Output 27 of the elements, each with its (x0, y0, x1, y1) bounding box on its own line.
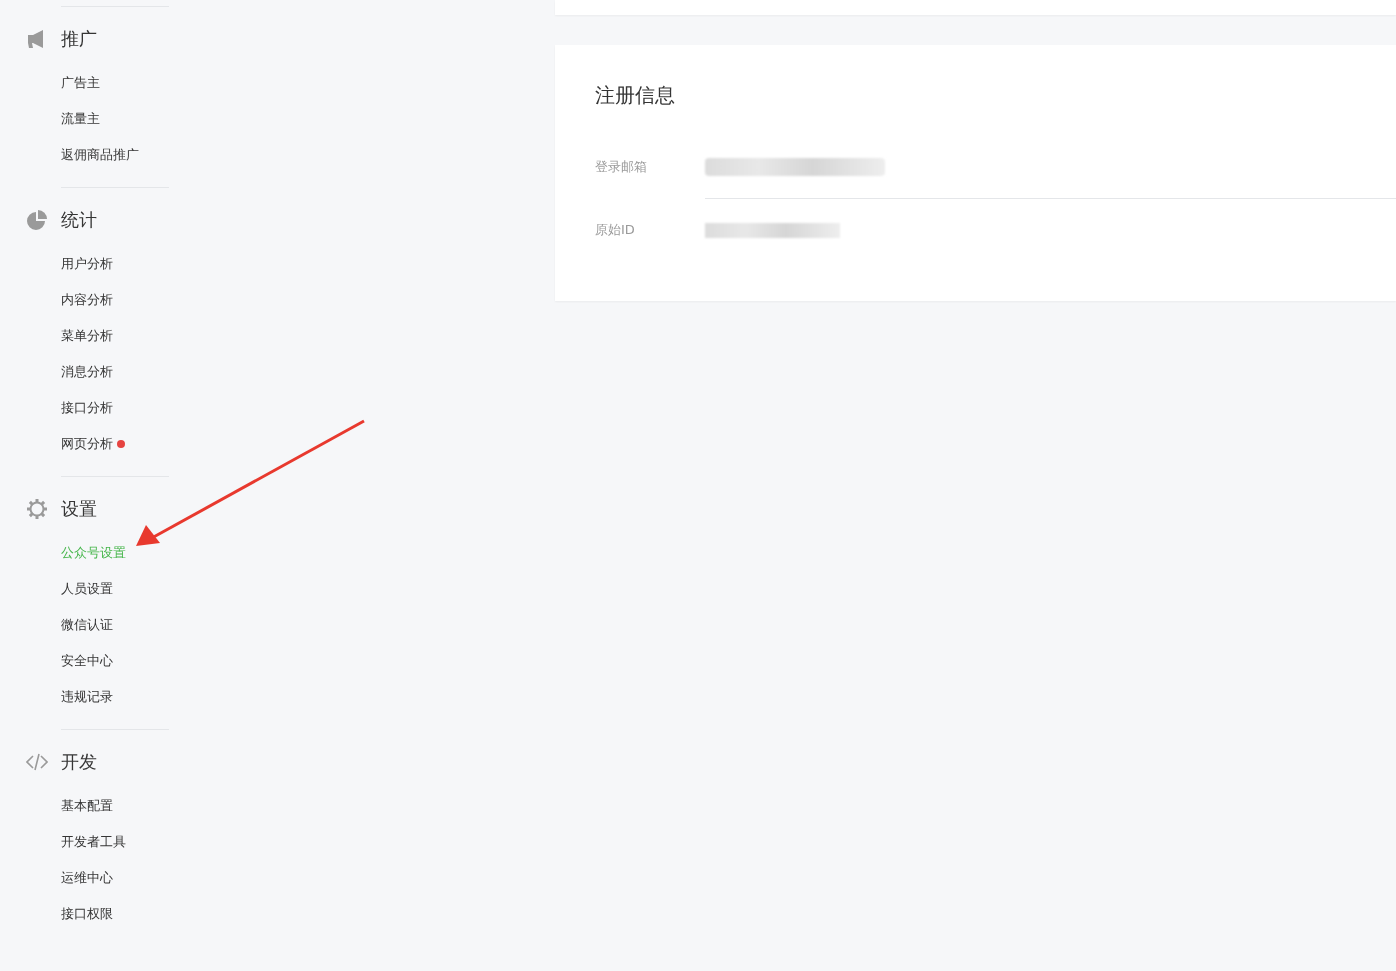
sidebar-item[interactable]: 内容分析 (61, 291, 113, 309)
sidebar-item[interactable]: 消息分析 (61, 363, 113, 381)
pie-chart-icon (26, 209, 48, 231)
sidebar-item[interactable]: 违规记录 (61, 688, 113, 706)
sidebar-item[interactable]: 网页分析 (61, 435, 113, 453)
section-title: 统计 (61, 208, 97, 232)
code-icon (26, 751, 48, 773)
sidebar-item[interactable]: 菜单分析 (61, 327, 113, 345)
settings-icon (26, 498, 48, 520)
sidebar-item[interactable]: 开发者工具 (61, 833, 126, 851)
field-label: 登录邮箱 (595, 157, 648, 176)
section-title: 设置 (61, 497, 97, 521)
sidebar-item[interactable]: 接口分析 (61, 399, 113, 417)
section-title: 推广 (61, 27, 97, 51)
sidebar-item[interactable]: 返佣商品推广 (61, 146, 139, 164)
field-label: 原始ID (595, 220, 636, 239)
section-title: 开发 (61, 750, 97, 774)
sidebar-item[interactable]: 用户分析 (61, 255, 113, 273)
sidebar-item[interactable]: 广告主 (61, 74, 100, 92)
card-title: 注册信息 (595, 82, 676, 109)
sidebar-item[interactable]: 人员设置 (61, 580, 113, 598)
sidebar-item[interactable]: 安全中心 (61, 652, 113, 670)
sidebar-item[interactable]: 基本配置 (61, 797, 113, 815)
sidebar-item[interactable]: 运维中心 (61, 869, 113, 887)
sidebar-item[interactable]: 接口权限 (61, 905, 113, 923)
sidebar-item[interactable]: 微信认证 (61, 616, 113, 634)
sidebar-item[interactable]: 流量主 (61, 110, 100, 128)
